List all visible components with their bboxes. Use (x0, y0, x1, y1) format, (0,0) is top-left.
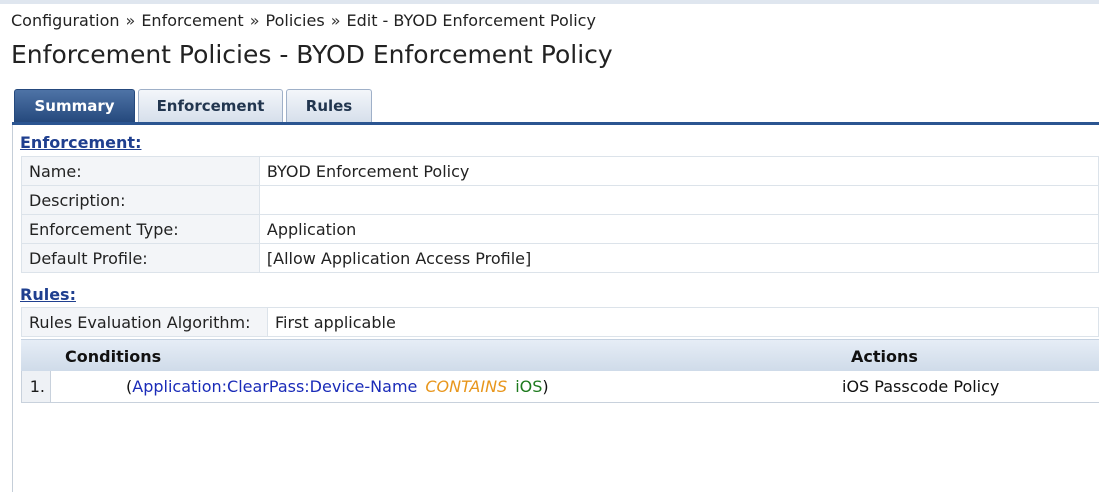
default-profile-value: [Allow Application Access Profile] (258, 243, 1099, 273)
table-row: Enforcement Type: Application (21, 214, 1099, 244)
table-row: Default Profile: [Allow Application Acce… (21, 243, 1099, 273)
top-bar (0, 0, 1099, 4)
page-title: Enforcement Policies - BYOD Enforcement … (11, 40, 613, 69)
rule-condition: (Application:ClearPass:Device-Name CONTAI… (126, 377, 549, 396)
breadcrumb-separator: » (330, 11, 341, 30)
name-label: Name: (21, 156, 260, 186)
enforcement-summary-table: Name: BYOD Enforcement Policy Descriptio… (21, 156, 1099, 273)
table-row: Rules Evaluation Algorithm: First applic… (21, 307, 1099, 337)
breadcrumb-current: Edit - BYOD Enforcement Policy (346, 11, 596, 30)
content-border (12, 125, 13, 492)
enforcement-section-heading[interactable]: Enforcement: (20, 133, 141, 152)
rule-number: 1. (21, 371, 51, 402)
breadcrumb-separator: » (249, 11, 260, 30)
breadcrumb: Configuration » Enforcement » Policies » Edit … (11, 11, 596, 30)
description-label: Description: (21, 185, 260, 215)
tab-bar: Summary Enforcement Rules (14, 89, 372, 123)
breadcrumb-separator: » (125, 11, 136, 30)
condition-attribute: Application:ClearPass:Device-Name (132, 377, 418, 396)
breadcrumb-enforcement[interactable]: Enforcement (141, 11, 243, 30)
rules-algorithm-table: Rules Evaluation Algorithm: First applic… (21, 307, 1099, 337)
condition-operator: CONTAINS (425, 377, 508, 396)
enforcement-type-value: Application (258, 214, 1099, 244)
tab-rules[interactable]: Rules (286, 89, 372, 122)
table-row: Description: (21, 185, 1099, 215)
description-value (258, 185, 1099, 215)
name-value: BYOD Enforcement Policy (258, 156, 1099, 186)
condition-close-paren: ) (542, 377, 549, 396)
rule-action: iOS Passcode Policy (842, 377, 1000, 396)
breadcrumb-policies[interactable]: Policies (266, 11, 325, 30)
tab-enforcement[interactable]: Enforcement (138, 89, 283, 122)
rules-algorithm-label: Rules Evaluation Algorithm: (21, 307, 268, 337)
tab-underline (12, 122, 1099, 125)
rule-row[interactable]: 1. (Application:ClearPass:Device-Name CON… (21, 371, 1099, 403)
actions-column-header: Actions (851, 347, 918, 366)
rules-algorithm-value: First applicable (266, 307, 1099, 337)
rules-table-header: Conditions Actions (21, 339, 1099, 371)
breadcrumb-configuration[interactable]: Configuration (11, 11, 120, 30)
enforcement-type-label: Enforcement Type: (21, 214, 260, 244)
conditions-column-header: Conditions (65, 347, 162, 366)
default-profile-label: Default Profile: (21, 243, 260, 273)
rules-section-heading[interactable]: Rules: (20, 285, 76, 304)
tab-summary[interactable]: Summary (14, 89, 135, 122)
table-row: Name: BYOD Enforcement Policy (21, 156, 1099, 186)
condition-value: iOS (515, 377, 543, 396)
